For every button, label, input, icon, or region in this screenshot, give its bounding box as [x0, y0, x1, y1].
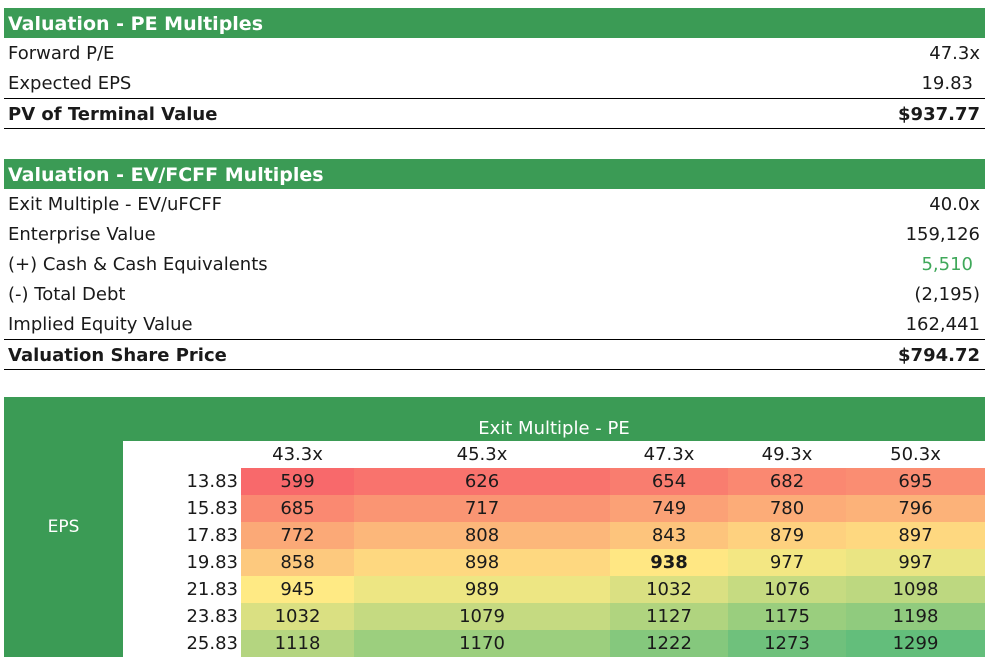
sensitivity-cell: 808 [354, 522, 610, 549]
implied-equity-row: Implied Equity Value 162,441 [4, 309, 985, 339]
row-label: Expected EPS [8, 73, 132, 94]
sensitivity-cell: 989 [354, 576, 610, 603]
row-label: PV of Terminal Value [8, 104, 218, 125]
sensitivity-cell: 780 [728, 495, 846, 522]
row-value: 19.83 [921, 73, 973, 94]
sensitivity-cell: 796 [846, 495, 985, 522]
sensitivity-cell: 898 [354, 549, 610, 576]
sensitivity-cell: 1079 [354, 603, 610, 630]
sensitivity-cell: 1098 [846, 576, 985, 603]
sensitivity-cell: 977 [728, 549, 846, 576]
sensitivity-cell: 695 [846, 468, 985, 495]
column-header: 45.3x [456, 444, 508, 465]
sensitivity-cell: 1175 [728, 603, 846, 630]
sensitivity-cell: 1032 [241, 603, 354, 630]
column-header: 43.3x [272, 444, 323, 465]
row-header: 25.83 [186, 633, 238, 654]
column-axis-title: Exit Multiple - PE [478, 418, 630, 439]
sensitivity-cell: 685 [241, 495, 354, 522]
sensitivity-row: 25.83 1118 1170 1222 1273 1299 [123, 630, 985, 657]
enterprise-value-row: Enterprise Value 159,126 [4, 219, 985, 249]
sensitivity-cell: 945 [241, 576, 354, 603]
row-value: 5,510 [921, 254, 973, 275]
sensitivity-cell: 1032 [610, 576, 728, 603]
column-header: 50.3x [890, 444, 941, 465]
sensitivity-cell: 997 [846, 549, 985, 576]
sensitivity-cell: 858 [241, 549, 354, 576]
sensitivity-cell: 749 [610, 495, 728, 522]
sensitivity-cell: 1127 [610, 603, 728, 630]
row-header: 15.83 [186, 498, 238, 519]
sensitivity-cell: 879 [728, 522, 846, 549]
row-value: 162,441 [905, 314, 980, 335]
sensitivity-cell: 1076 [728, 576, 846, 603]
sensitivity-cell: 1273 [728, 630, 846, 657]
sensitivity-row: 21.83 945 989 1032 1076 1098 [123, 576, 985, 603]
sensitivity-cell: 772 [241, 522, 354, 549]
column-header: 47.3x [643, 444, 695, 465]
forward-pe-row: Forward P/E 47.3x [4, 38, 985, 68]
sensitivity-row: 15.83 685 717 749 780 796 [123, 495, 985, 522]
sensitivity-body: 13.83 599 626 654 682 695 15.83 685 717 749 780 796… [123, 468, 985, 657]
row-value: 159,126 [905, 224, 980, 245]
sensitivity-cell: 599 [241, 468, 354, 495]
row-axis-label: EPS [47, 517, 80, 537]
sensitivity-table: EPS Exit Multiple - PE 43.3x 45.3x 47.3x… [4, 397, 985, 657]
expected-eps-row: Expected EPS 19.83 [4, 68, 985, 98]
row-label: Valuation Share Price [8, 345, 227, 366]
valuation-share-price-row: Valuation Share Price $794.72 [4, 339, 985, 370]
row-value: $937.77 [898, 104, 980, 125]
sensitivity-cell: 1299 [846, 630, 985, 657]
sensitivity-row: 19.83 858 898 938 977 997 [123, 549, 985, 576]
row-header: 19.83 [186, 552, 238, 573]
sensitivity-cell: 843 [610, 522, 728, 549]
row-header: 13.83 [186, 471, 238, 492]
sensitivity-grid: 43.3x 45.3x 47.3x 49.3x 50.3x 13.83 599 62… [123, 441, 985, 657]
sensitivity-cell: 626 [354, 468, 610, 495]
row-value: $794.72 [898, 345, 980, 366]
row-label: Implied Equity Value [8, 314, 193, 335]
row-header: 21.83 [186, 579, 238, 600]
pv-terminal-value-row: PV of Terminal Value $937.77 [4, 98, 985, 129]
column-header-row: 43.3x 45.3x 47.3x 49.3x 50.3x [123, 441, 985, 468]
sensitivity-cell: 654 [610, 468, 728, 495]
row-label: (+) Cash & Cash Equivalents [8, 254, 268, 275]
sensitivity-row: 13.83 599 626 654 682 695 [123, 468, 985, 495]
row-label: Forward P/E [8, 43, 115, 64]
sensitivity-cell: 1222 [610, 630, 728, 657]
total-debt-row: (-) Total Debt (2,195) [4, 279, 985, 309]
ev-fcff-section: Valuation - EV/FCFF Multiples Exit Multi… [4, 159, 985, 370]
sensitivity-row: 17.83 772 808 843 879 897 [123, 522, 985, 549]
pe-section-header: Valuation - PE Multiples [4, 8, 985, 38]
sensitivity-cell: 682 [728, 468, 846, 495]
row-header: 23.83 [186, 606, 238, 627]
exit-multiple-row: Exit Multiple - EV/uFCFF 40.0x [4, 189, 985, 219]
row-header: 17.83 [186, 525, 238, 546]
row-label: Exit Multiple - EV/uFCFF [8, 194, 223, 215]
sensitivity-row: 23.83 1032 1079 1127 1175 1198 [123, 603, 985, 630]
row-value: 47.3x [929, 43, 980, 64]
row-label: (-) Total Debt [8, 284, 126, 305]
column-header: 49.3x [761, 444, 813, 465]
pe-multiples-section: Valuation - PE Multiples Forward P/E 47.… [4, 8, 985, 129]
row-value: 40.0x [929, 194, 980, 215]
sensitivity-cell: 1118 [241, 630, 354, 657]
ev-section-header: Valuation - EV/FCFF Multiples [4, 159, 985, 189]
row-label: Enterprise Value [8, 224, 156, 245]
sensitivity-cell: 1170 [354, 630, 610, 657]
cash-row: (+) Cash & Cash Equivalents 5,510 [4, 249, 985, 279]
sensitivity-cell: 1198 [846, 603, 985, 630]
sensitivity-cell: 717 [354, 495, 610, 522]
corner-cell [123, 441, 241, 468]
row-value: (2,195) [914, 284, 980, 305]
sensitivity-cell: 897 [846, 522, 985, 549]
sensitivity-cell: 938 [610, 549, 728, 576]
